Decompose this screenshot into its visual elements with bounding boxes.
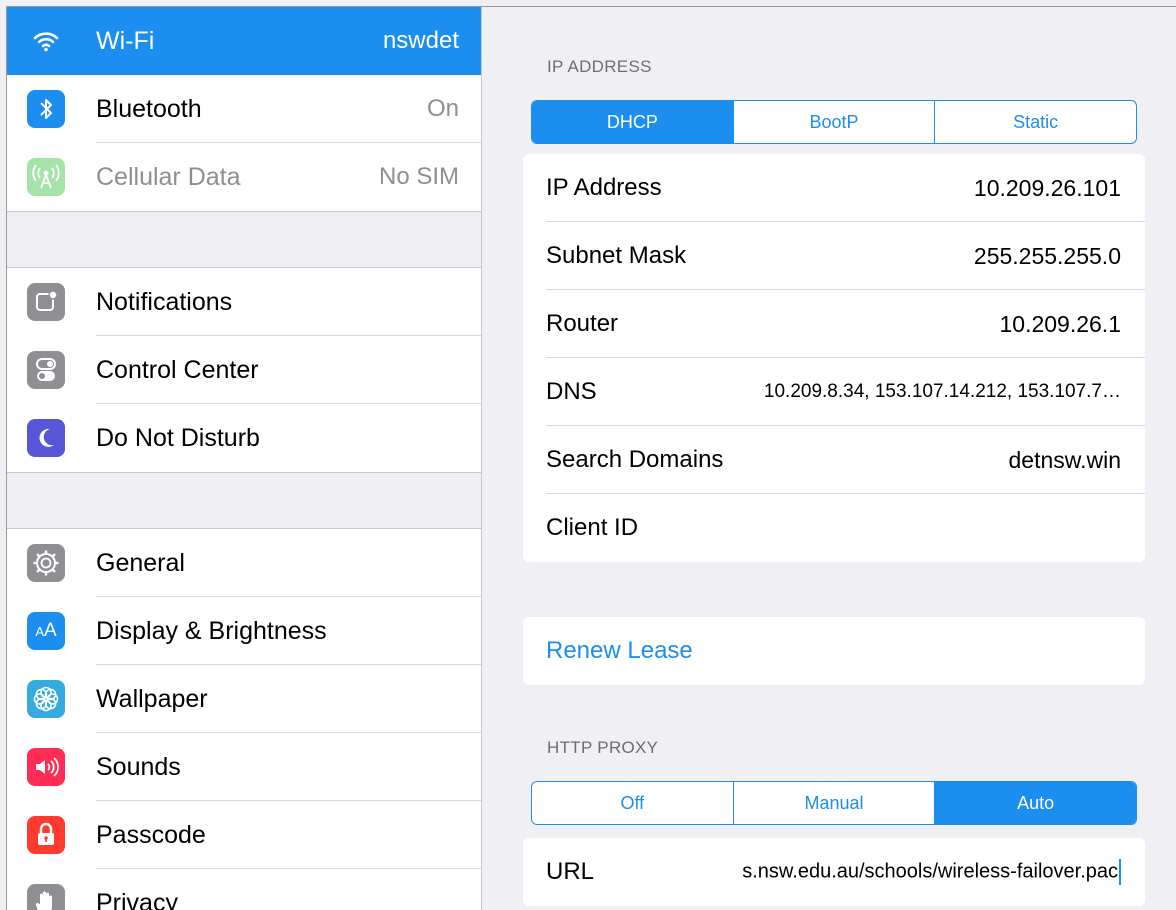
row-value: 10.209.26.101 [973, 174, 1121, 201]
ip-mode-segmented-control: DHCP BootP Static [531, 100, 1137, 144]
segment-auto[interactable]: Auto [935, 782, 1136, 824]
row-value: 10.209.26.1 [999, 310, 1121, 337]
ip-details-card: IP Address 10.209.26.101 Subnet Mask 255… [523, 154, 1145, 562]
sidebar-item-label: Privacy [96, 888, 178, 910]
sidebar-item-control-center[interactable]: Control Center [7, 336, 481, 404]
sidebar-item-value: nswdet [382, 27, 459, 54]
dns-row: DNS 10.209.8.34, 153.107.14.212, 153.107… [523, 358, 1145, 426]
gear-icon [27, 544, 65, 582]
sidebar-group-general: General AA Display & Brightness Wallpape… [7, 528, 481, 910]
sidebar-item-value: On [426, 95, 459, 122]
client-id-row[interactable]: Client ID [523, 494, 1145, 562]
control-center-icon [27, 351, 65, 389]
renew-lease-label: Renew Lease [546, 637, 693, 664]
segment-manual[interactable]: Manual [734, 782, 936, 824]
sidebar-item-cellular-data[interactable]: Cellular Data No SIM [7, 143, 481, 211]
settings-window: Wi-Fi nswdet Bluetooth On Cellular Data … [6, 6, 1176, 910]
bluetooth-icon [27, 90, 65, 128]
row-value: detnsw.win [1008, 446, 1121, 473]
hand-icon [27, 884, 65, 910]
row-label: Router [546, 310, 619, 337]
sidebar-group-notifications: Notifications Control Center Do Not Dist… [7, 267, 481, 473]
sidebar-item-bluetooth[interactable]: Bluetooth On [7, 75, 481, 143]
text-cursor [1119, 859, 1121, 885]
row-label: Search Domains [546, 446, 724, 473]
proxy-url-card: URL s.nsw.edu.au/schools/wireless-failov… [523, 838, 1145, 906]
segment-dhcp[interactable]: DHCP [532, 101, 734, 143]
display-icon: AA [27, 612, 65, 650]
subnet-mask-row: Subnet Mask 255.255.255.0 [523, 222, 1145, 290]
sidebar-item-do-not-disturb[interactable]: Do Not Disturb [7, 404, 481, 472]
row-label: IP Address [546, 174, 662, 201]
settings-sidebar: Wi-Fi nswdet Bluetooth On Cellular Data … [7, 7, 482, 910]
sidebar-item-label: Passcode [96, 820, 206, 849]
sidebar-item-label: Bluetooth [96, 94, 202, 123]
speaker-icon [27, 748, 65, 786]
cellular-icon [27, 158, 65, 196]
row-label: URL [546, 858, 595, 885]
sidebar-item-passcode[interactable]: Passcode [7, 801, 481, 869]
ip-address-row: IP Address 10.209.26.101 [523, 154, 1145, 222]
sidebar-item-label: Do Not Disturb [96, 423, 260, 452]
renew-lease-button[interactable]: Renew Lease [523, 617, 1145, 685]
sidebar-item-label: Control Center [96, 355, 259, 384]
sidebar-item-value: No SIM [378, 163, 459, 190]
http-proxy-header: HTTP PROXY [547, 738, 659, 757]
row-value: 10.209.8.34, 153.107.14.212, 153.107.7… [763, 381, 1121, 402]
segment-bootp[interactable]: BootP [734, 101, 936, 143]
row-label: Client ID [546, 514, 639, 541]
sidebar-item-privacy[interactable]: Privacy [7, 869, 481, 910]
sidebar-group-connectivity: Wi-Fi nswdet Bluetooth On Cellular Data … [7, 7, 481, 212]
router-row: Router 10.209.26.1 [523, 290, 1145, 358]
url-value: s.nsw.edu.au/schools/wireless-failover.p… [742, 860, 1118, 883]
search-domains-row: Search Domains detnsw.win [523, 426, 1145, 494]
url-field[interactable]: s.nsw.edu.au/schools/wireless-failover.p… [742, 859, 1121, 885]
row-label: Subnet Mask [546, 242, 687, 269]
sidebar-item-label: Display & Brightness [96, 616, 327, 645]
url-row[interactable]: URL s.nsw.edu.au/schools/wireless-failov… [523, 838, 1145, 906]
renew-lease-card: Renew Lease [523, 617, 1145, 685]
sidebar-item-wallpaper[interactable]: Wallpaper [7, 665, 481, 733]
row-label: DNS [546, 378, 597, 405]
moon-icon [27, 419, 65, 457]
sidebar-item-label: Wallpaper [96, 684, 208, 713]
wallpaper-icon [27, 680, 65, 718]
wifi-detail-pane: IP ADDRESS DHCP BootP Static IP Address … [483, 7, 1176, 910]
sidebar-item-wifi[interactable]: Wi-Fi nswdet [7, 7, 481, 75]
notifications-icon [27, 283, 65, 321]
sidebar-item-notifications[interactable]: Notifications [7, 268, 481, 336]
sidebar-item-label: Wi-Fi [96, 26, 155, 55]
row-value: 255.255.255.0 [973, 242, 1121, 269]
sidebar-item-label: General [96, 548, 185, 577]
sidebar-item-label: Sounds [96, 752, 181, 781]
segment-off[interactable]: Off [532, 782, 734, 824]
segment-static[interactable]: Static [935, 101, 1136, 143]
lock-icon [27, 816, 65, 854]
sidebar-item-sounds[interactable]: Sounds [7, 733, 481, 801]
wifi-icon [27, 22, 65, 60]
sidebar-item-label: Cellular Data [96, 162, 241, 191]
proxy-mode-segmented-control: Off Manual Auto [531, 781, 1137, 825]
sidebar-item-label: Notifications [96, 287, 233, 316]
ip-address-header: IP ADDRESS [547, 57, 652, 76]
sidebar-item-general[interactable]: General [7, 529, 481, 597]
sidebar-item-display-brightness[interactable]: AA Display & Brightness [7, 597, 481, 665]
